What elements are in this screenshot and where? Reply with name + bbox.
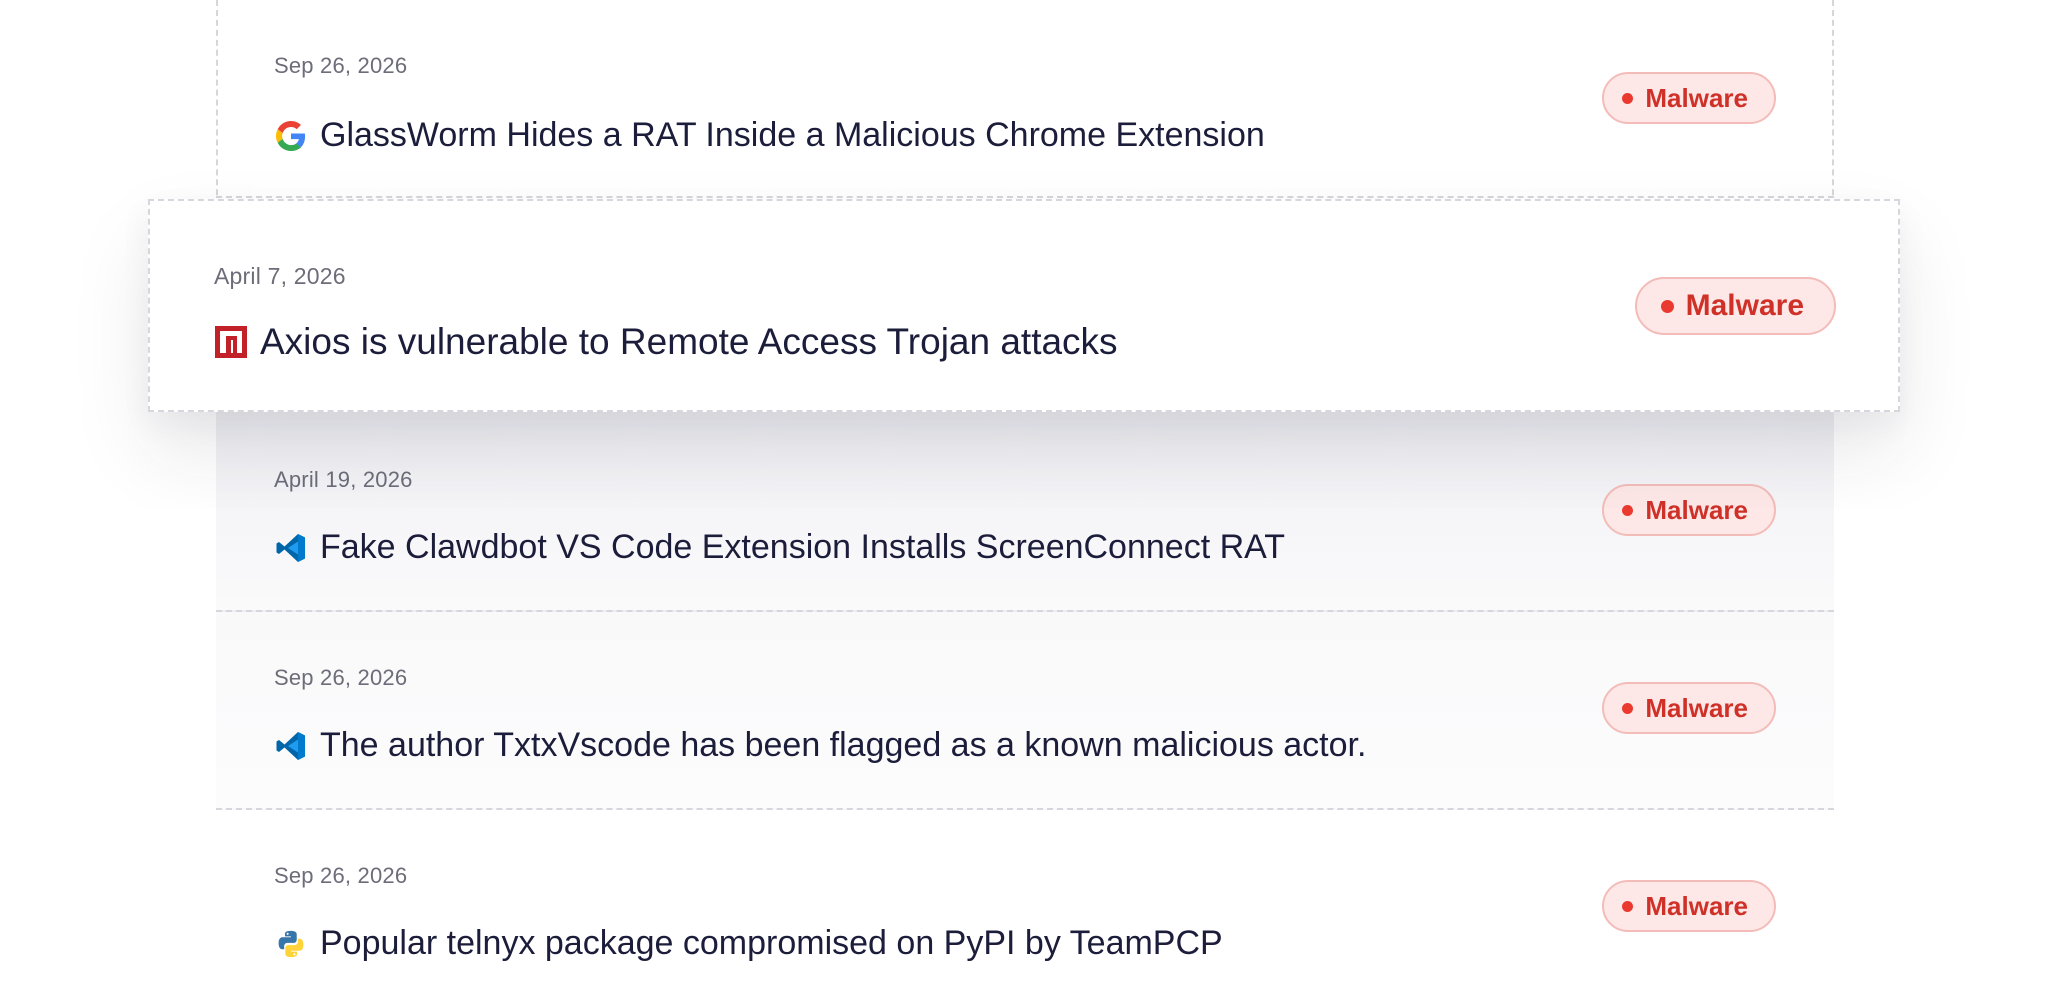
highlighted-list-item[interactable]: April 7, 2026 Axios is vulnerable to Rem…: [148, 199, 1900, 412]
item-title-row: Axios is vulnerable to Remote Access Tro…: [214, 321, 1118, 363]
item-date: April 7, 2026: [214, 263, 346, 289]
item-title-row: Fake Clawdbot VS Code Extension Installs…: [274, 528, 1285, 567]
item-date: Sep 26, 2026: [274, 665, 408, 690]
badge-label: Malware: [1645, 890, 1748, 921]
status-dot-icon: [1660, 299, 1674, 313]
status-dot-icon: [1622, 504, 1634, 516]
badge-label: Malware: [1645, 494, 1748, 525]
badge-label: Malware: [1685, 289, 1804, 322]
vscode-icon: [274, 531, 308, 565]
item-title-row: Popular telnyx package compromised on Py…: [274, 924, 1223, 963]
status-dot-icon: [1622, 702, 1634, 714]
list-item[interactable]: Sep 26, 2026 GlassWorm Hides a RAT Insid…: [216, 0, 1834, 198]
item-date: Sep 26, 2026: [274, 53, 408, 78]
malware-badge: Malware: [1602, 682, 1776, 734]
item-title[interactable]: Popular telnyx package compromised on Py…: [320, 924, 1223, 963]
python-icon: [274, 927, 308, 961]
list-item[interactable]: April 19, 2026 Fake Clawdbot VS Code Ext…: [216, 412, 1834, 612]
item-title[interactable]: The author TxtxVscode has been flagged a…: [320, 726, 1366, 765]
malware-badge: Malware: [1602, 484, 1776, 536]
item-title[interactable]: GlassWorm Hides a RAT Inside a Malicious…: [320, 116, 1265, 155]
status-dot-icon: [1622, 900, 1634, 912]
malware-badge: Malware: [1602, 72, 1776, 124]
badge-label: Malware: [1645, 82, 1748, 113]
item-title-row: GlassWorm Hides a RAT Inside a Malicious…: [274, 116, 1265, 155]
list-item[interactable]: Sep 26, 2026 Popular telnyx package comp…: [216, 810, 1834, 1002]
malware-badge: Malware: [1634, 277, 1836, 335]
badge-label: Malware: [1645, 692, 1748, 723]
google-icon: [274, 119, 308, 153]
list-item[interactable]: Sep 26, 2026 The author TxtxVscode has b…: [216, 612, 1834, 810]
item-title[interactable]: Axios is vulnerable to Remote Access Tro…: [260, 321, 1118, 363]
status-dot-icon: [1622, 92, 1634, 104]
vscode-icon: [274, 729, 308, 763]
advisory-feed: Sep 26, 2026 GlassWorm Hides a RAT Insid…: [0, 0, 2048, 1002]
item-title[interactable]: Fake Clawdbot VS Code Extension Installs…: [320, 528, 1285, 567]
item-title-row: The author TxtxVscode has been flagged a…: [274, 726, 1366, 765]
item-date: Sep 26, 2026: [274, 863, 408, 888]
npm-icon: [214, 325, 248, 359]
item-date: April 19, 2026: [274, 467, 413, 492]
malware-badge: Malware: [1602, 880, 1776, 932]
